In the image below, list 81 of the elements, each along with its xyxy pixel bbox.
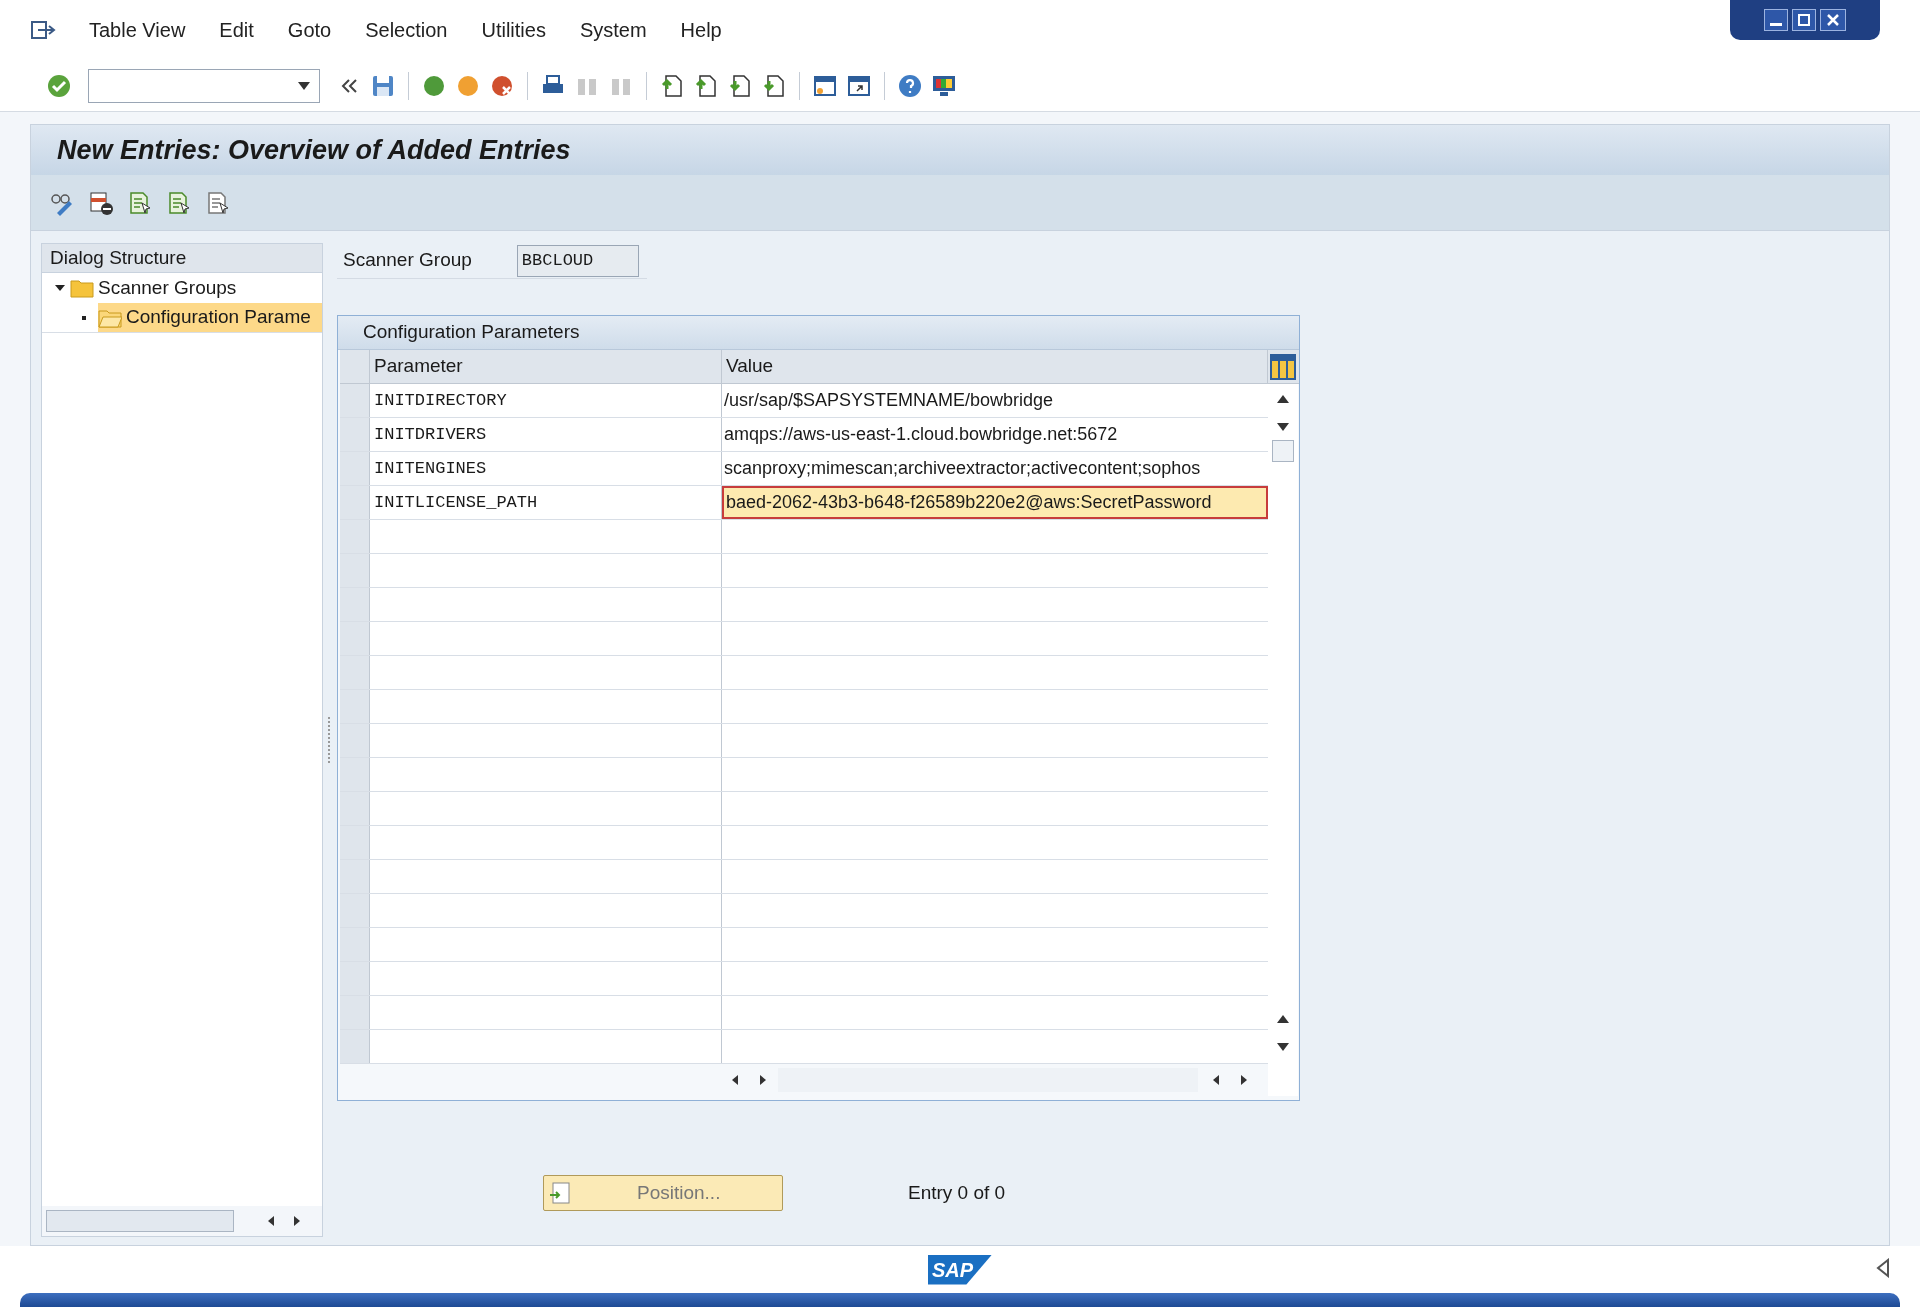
row-selector[interactable] [340, 826, 370, 859]
row-selector[interactable] [340, 384, 370, 417]
table-title: Configuration Parameters [338, 316, 1299, 350]
menu-item[interactable]: Edit [219, 15, 254, 45]
scroll-down-icon[interactable] [1276, 1042, 1290, 1052]
select-block-icon[interactable] [166, 189, 192, 216]
table-cell[interactable]: INITDRIVERS [370, 418, 722, 451]
last-page-icon[interactable] [761, 72, 787, 99]
row-selector[interactable] [340, 724, 370, 757]
menu-icon[interactable] [30, 19, 56, 41]
row-selector[interactable] [340, 792, 370, 825]
table-cell[interactable]: INITLICENSE_PATH [370, 486, 722, 519]
menu-item[interactable]: Help [680, 15, 722, 45]
next-page-icon[interactable] [727, 72, 753, 99]
menu-item[interactable]: Utilities [481, 15, 546, 45]
position-icon [548, 1181, 572, 1205]
menu-item[interactable]: Selection [365, 15, 448, 45]
tree-item[interactable]: Scanner Groups [42, 273, 322, 303]
screen-title: New Entries: Overview of Added Entries [57, 133, 571, 167]
position-button[interactable]: Position... [543, 1175, 783, 1211]
open-folder-icon [98, 307, 122, 328]
scroll-right-icon[interactable] [758, 1074, 768, 1086]
tree-item[interactable]: Configuration Parame [42, 303, 322, 333]
maximize-icon[interactable] [1792, 9, 1816, 31]
scroll-left-icon[interactable] [730, 1074, 740, 1086]
value-input[interactable]: amqps://aws-us-east-1.cloud.bowbridge.net:5672 [722, 418, 1268, 451]
dropdown-caret-icon[interactable] [297, 80, 311, 91]
row-selector[interactable] [340, 928, 370, 961]
field-label: Scanner Group [343, 248, 472, 273]
select-all-icon[interactable] [127, 189, 153, 216]
previous-page-icon[interactable] [693, 72, 719, 99]
close-icon[interactable] [1820, 9, 1846, 31]
value-input[interactable]: /usr/sap/$SAPSYSTEMNAME/bowbridge [722, 384, 1268, 417]
sap-logo: SAP [928, 1254, 992, 1285]
row-selector[interactable] [340, 656, 370, 689]
panel-header: Dialog Structure [42, 244, 322, 273]
column-header[interactable]: Parameter [370, 350, 722, 383]
column-settings-icon[interactable] [1269, 352, 1297, 381]
scroll-left-icon[interactable] [266, 1215, 276, 1227]
column-header[interactable]: Value [722, 350, 1268, 383]
row-selector[interactable] [340, 588, 370, 621]
menu-item[interactable]: Table View [89, 15, 186, 45]
menu-item[interactable]: System [579, 15, 647, 45]
scroll-up-icon[interactable] [1276, 1014, 1290, 1024]
row-selector[interactable] [340, 690, 370, 723]
table-cell[interactable]: INITDIRECTORY [370, 384, 722, 417]
scroll-down-icon[interactable] [1276, 422, 1290, 432]
row-selector[interactable] [340, 894, 370, 927]
scanner-group-field[interactable]: BBCLOUD [516, 244, 639, 277]
row-selector[interactable] [340, 622, 370, 655]
scrollbar-thumb[interactable] [46, 1210, 234, 1232]
splitter-handle[interactable] [327, 717, 331, 763]
scroll-up-icon[interactable] [1276, 394, 1290, 404]
scroll-right-icon[interactable] [292, 1215, 302, 1227]
folder-icon [70, 278, 94, 298]
row-selector[interactable] [340, 486, 370, 519]
row-selector[interactable] [340, 1030, 370, 1063]
check-icon[interactable] [46, 72, 72, 99]
row-selector[interactable] [340, 452, 370, 485]
value-input[interactable]: scanproxy;mimescan;archiveextractor;activecontent;sophos [722, 452, 1268, 485]
entry-count: Entry 0 of 0 [908, 1180, 1006, 1205]
scrollbar-thumb[interactable] [1272, 440, 1294, 462]
row-selector[interactable] [340, 996, 370, 1029]
minimize-icon[interactable] [1764, 9, 1788, 31]
row-selector[interactable] [340, 860, 370, 893]
row-selector[interactable] [340, 418, 370, 451]
delete-row-icon[interactable] [88, 189, 114, 216]
row-selector[interactable] [340, 520, 370, 553]
table-cell[interactable]: INITENGINES [370, 452, 722, 485]
scroll-right-icon[interactable] [1239, 1074, 1249, 1086]
menu-item[interactable]: Goto [287, 15, 332, 45]
first-page-icon[interactable] [659, 72, 685, 99]
collapse-triangle-icon[interactable] [1876, 1258, 1890, 1278]
row-selector[interactable] [340, 554, 370, 587]
row-selector[interactable] [340, 962, 370, 995]
scroll-left-icon[interactable] [1211, 1074, 1221, 1086]
command-field[interactable] [88, 68, 320, 103]
deselect-all-icon[interactable] [205, 189, 231, 216]
row-selector[interactable] [340, 758, 370, 791]
help-icon[interactable] [897, 72, 923, 99]
value-input[interactable]: baed-2062-43b3-b648-f26589b220e2@aws:SecretPassword [722, 486, 1268, 519]
